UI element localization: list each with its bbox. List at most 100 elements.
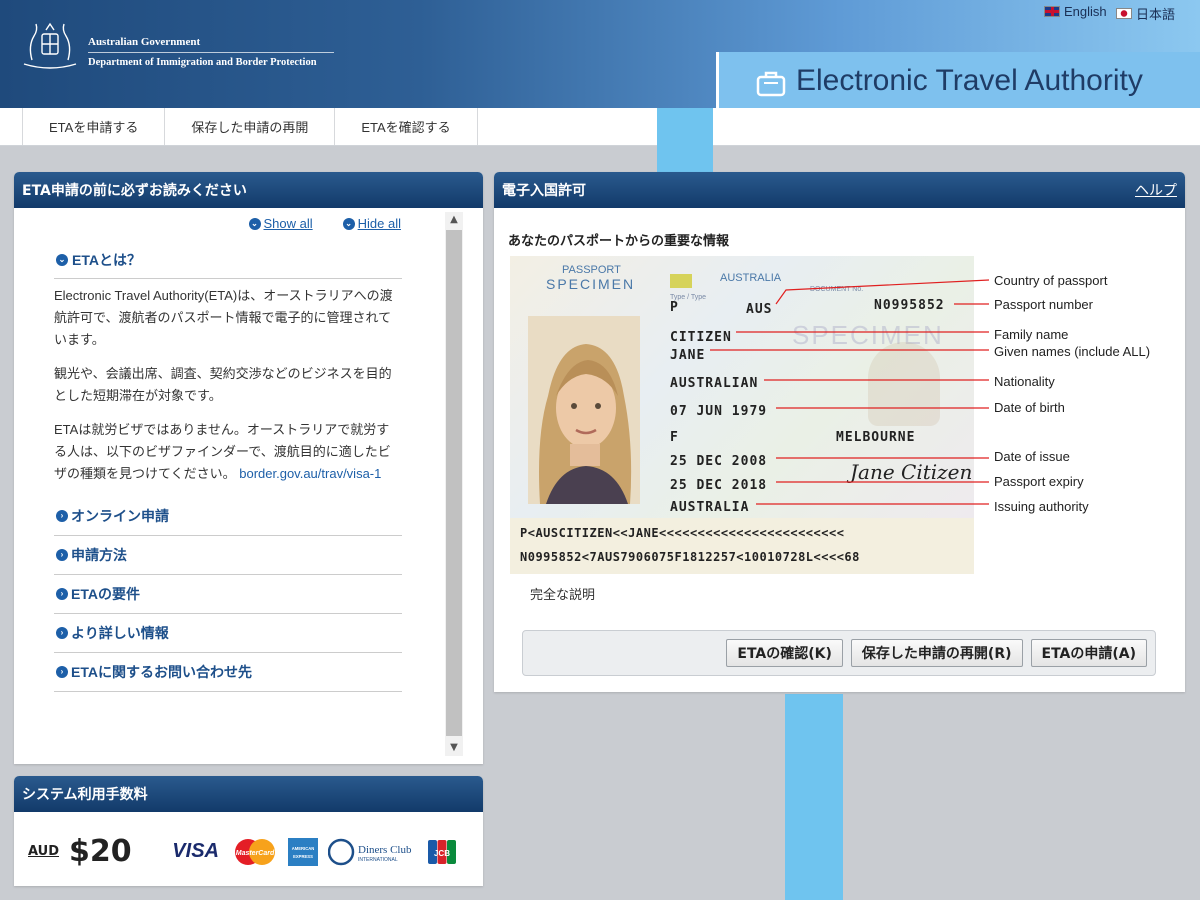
chevron-right-icon: › <box>56 510 68 522</box>
nav-check-eta[interactable]: ETAを確認する <box>334 108 478 145</box>
hide-all-label: Hide all <box>357 216 401 231</box>
language-japanese-label: 日本語 <box>1136 7 1176 22</box>
entry-permit-title: 電子入国許可 ヘルプ <box>494 172 1185 208</box>
specimen-label: SPECIMEN <box>546 276 636 292</box>
passport-nationality: AUSTRALIAN <box>670 376 759 391</box>
system-fee-panel: システム利用手数料 AUD $20 VISA MasterCard AMERIC… <box>14 776 483 886</box>
mastercard-icon: MasterCard <box>232 838 278 866</box>
gov-line-2: Department of Immigration and Border Pro… <box>88 57 317 68</box>
passport-sex: F <box>670 430 679 445</box>
check-eta-button[interactable]: ETAの確認(K) <box>726 639 843 667</box>
chip-icon <box>670 274 692 288</box>
government-wordmark[interactable]: Australian Government Department of Immi… <box>88 36 334 68</box>
accordion-body: Electronic Travel Authority(ETA)は、オーストラリ… <box>54 279 402 485</box>
site-header: Australian Government Department of Immi… <box>0 0 1200 108</box>
fee-currency: AUD <box>28 844 60 859</box>
passport-issue-date: 25 DEC 2008 <box>670 454 768 469</box>
show-all-link[interactable]: ⌄ Show all <box>248 216 313 231</box>
country-header: AUSTRALIA <box>720 272 782 284</box>
info-accordion: ⌄ ETAとは？ Electronic Travel Authority(ETA… <box>54 242 402 692</box>
passport-info-caption: あなたのパスポートからの重要な情報 <box>508 233 730 248</box>
diners-club-icon: Diners Club INTERNATIONAL <box>327 838 418 866</box>
callout-expiry: Passport expiry <box>994 474 1084 489</box>
passport-surname: CITIZEN <box>670 330 732 345</box>
accordion-what-is-eta[interactable]: ⌄ ETAとは？ <box>54 242 402 279</box>
passport-specimen-image: PASSPORT SPECIMEN AUSTRALIA DOCUMENT No.… <box>510 256 974 574</box>
accordion-eta-requirements[interactable]: › ETAの要件 <box>54 575 402 614</box>
mrz-line-2: N0995852<7AUS7906075F1812257<10010728L<<… <box>520 550 860 564</box>
uk-flag-icon <box>1044 6 1060 17</box>
help-link[interactable]: ヘルプ <box>1135 180 1177 200</box>
passport-number: N0995852 <box>874 298 945 313</box>
callout-country: Country of passport <box>994 273 1108 288</box>
gov-line-1: Australian Government <box>88 36 334 53</box>
callout-dob: Date of birth <box>994 400 1065 415</box>
panel-title-text: システム利用手数料 <box>22 787 148 803</box>
svg-text:EXPRESS: EXPRESS <box>293 854 313 859</box>
app-title: Electronic Travel Authority <box>796 64 1143 97</box>
passport-dob: 07 JUN 1979 <box>670 404 768 419</box>
chevron-down-icon: ⌄ <box>56 254 68 266</box>
amex-card-icon: AMERICAN EXPRESS <box>287 837 318 866</box>
callout-nationality: Nationality <box>994 374 1055 389</box>
accordion-heading-label: ETAとは？ <box>72 252 141 268</box>
visa-card-icon: VISA <box>172 840 219 862</box>
svg-text:AMERICAN: AMERICAN <box>291 846 314 851</box>
nav-resume-application[interactable]: 保存した申請の再開 <box>164 108 334 145</box>
accordion-how-to-apply[interactable]: › 申請方法 <box>54 536 402 575</box>
callout-given-names: Given names (include ALL) <box>994 344 1151 359</box>
scroll-down-icon[interactable]: ▼ <box>445 740 463 756</box>
eta-description-1: Electronic Travel Authority(ETA)は、オーストラリ… <box>54 288 393 347</box>
language-english-link[interactable]: English <box>1044 4 1107 19</box>
chevron-right-icon: › <box>56 549 68 561</box>
main-nav: ETAを申請する 保存した申請の再開 ETAを確認する <box>0 108 1200 146</box>
japan-flag-icon <box>1116 8 1132 19</box>
panel-title-text: 電子入国許可 <box>502 183 586 199</box>
ghost-photo <box>868 342 940 426</box>
hide-all-link[interactable]: ⌄ Hide all <box>342 216 401 231</box>
accordion-online-application[interactable]: › オンライン申請 <box>54 497 402 536</box>
visa-finder-link[interactable]: border.gov.au/trav/visa-1 <box>239 466 381 481</box>
machine-readable-zone: P<AUSCITIZEN<<JANE<<<<<<<<<<<<<<<<<<<<<<… <box>510 518 974 574</box>
passport-label: PASSPORT <box>562 264 621 276</box>
passport-given-names: JANE <box>670 348 706 363</box>
chevron-down-icon: ⌄ <box>248 217 261 230</box>
chevron-down-icon: ⌄ <box>342 217 355 230</box>
passport-expiry-date: 25 DEC 2018 <box>670 478 768 493</box>
accordion-contact[interactable]: › ETAに関するお問い合わせ先 <box>54 653 402 692</box>
left-panel-scrollbar[interactable]: ▲ ▼ <box>445 212 463 756</box>
chevron-right-icon: › <box>56 627 68 639</box>
jcb-card-icon: JCB <box>427 838 456 866</box>
doc-no-label: DOCUMENT No. <box>810 286 864 293</box>
passport-photo <box>528 316 640 504</box>
chevron-right-icon: › <box>56 588 68 600</box>
coat-of-arms-icon <box>23 22 77 69</box>
callout-passport-number: Passport number <box>994 297 1093 312</box>
accordion-label: オンライン申請 <box>71 508 169 524</box>
jcb-label: JCB <box>434 849 450 858</box>
apply-eta-button[interactable]: ETAの申請(A) <box>1030 639 1147 667</box>
svg-text:Diners Club: Diners Club <box>358 844 412 856</box>
mastercard-label: MasterCard <box>235 850 274 857</box>
read-before-apply-title: ETA申請の前に必ずお読みください <box>14 172 483 208</box>
system-fee-title: システム利用手数料 <box>14 776 483 812</box>
accordion-label: ETAの要件 <box>71 586 140 602</box>
resume-application-button[interactable]: 保存した申請の再開(R) <box>850 639 1023 667</box>
passport-birthplace: MELBOURNE <box>836 430 916 445</box>
passport-type: P <box>670 300 679 315</box>
passport-signature: Jane Citizen <box>850 460 973 484</box>
language-english-label: English <box>1064 4 1107 19</box>
panel-title-text: ETA申請の前に必ずお読みください <box>22 183 247 199</box>
scroll-thumb[interactable] <box>446 230 462 736</box>
nav-apply-eta[interactable]: ETAを申請する <box>22 108 164 145</box>
accordion-more-info[interactable]: › より詳しい情報 <box>54 614 402 653</box>
language-japanese-link[interactable]: 日本語 <box>1116 4 1175 23</box>
full-description-link[interactable]: 完全な説明 <box>530 584 595 603</box>
passport-authority: AUSTRALIA <box>670 500 750 515</box>
decorative-stripe-top <box>657 108 713 172</box>
callout-issue-date: Date of issue <box>994 449 1070 464</box>
show-all-label: Show all <box>263 216 313 231</box>
scroll-up-icon[interactable]: ▲ <box>445 212 463 228</box>
callout-authority: Issuing authority <box>994 499 1089 514</box>
electronic-entry-permit-panel: 電子入国許可 ヘルプ あなたのパスポートからの重要な情報 PASSPORT SP… <box>494 172 1185 692</box>
